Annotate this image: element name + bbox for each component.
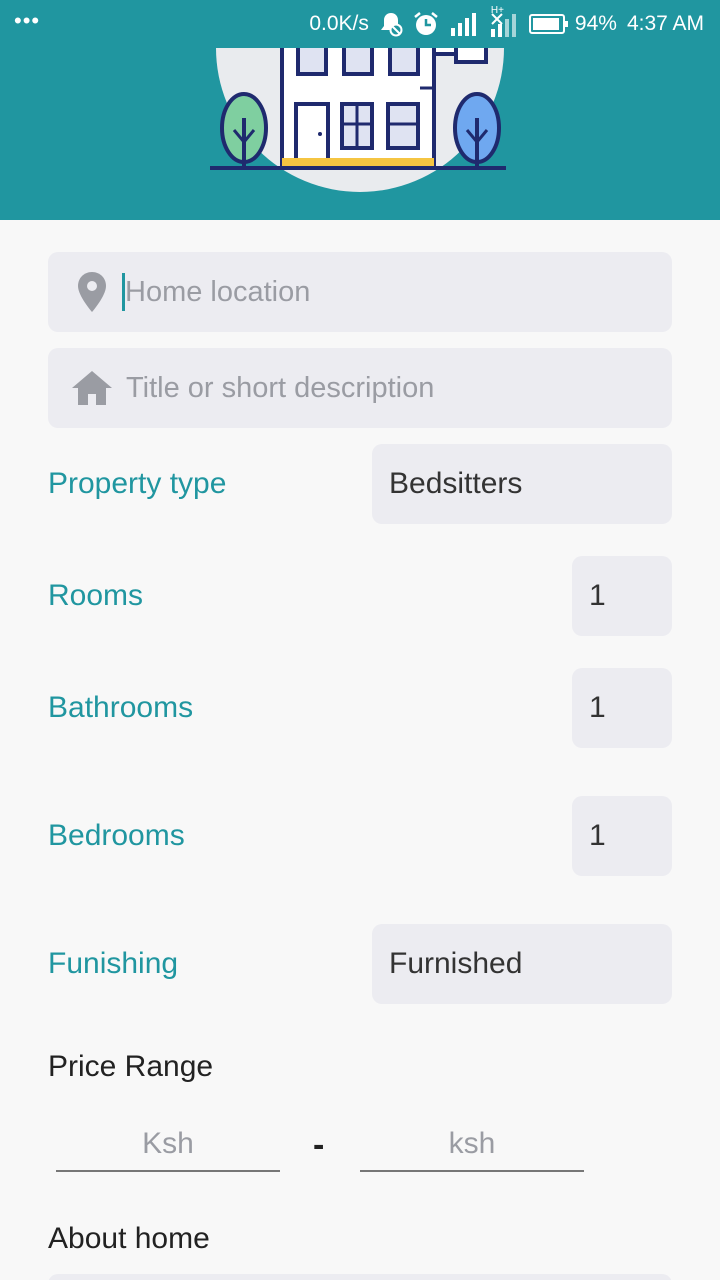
menu-dots: ••• xyxy=(14,8,41,33)
title-input[interactable]: Title or short description xyxy=(48,348,672,428)
home-icon xyxy=(72,371,112,405)
bathrooms-label: Bathrooms xyxy=(48,691,194,724)
network-type: H+ xyxy=(490,5,504,16)
signal-icon xyxy=(449,12,479,36)
home-location-input[interactable]: Home location xyxy=(48,252,672,332)
signal-icon-2: H+ xyxy=(489,5,519,37)
house-illustration xyxy=(210,48,506,192)
network-speed: 0.0K/s xyxy=(309,12,369,35)
property-type-label: Property type xyxy=(48,467,227,500)
price-max-input[interactable]: ksh xyxy=(360,1118,584,1172)
furnishing-select[interactable]: Furnished xyxy=(372,924,672,1004)
title-placeholder: Title or short description xyxy=(126,371,435,404)
notification-muted-icon xyxy=(379,11,403,37)
battery-icon xyxy=(528,14,568,34)
bedrooms-label: Bedrooms xyxy=(48,819,185,852)
bedrooms-input[interactable]: 1 xyxy=(572,796,672,876)
furnishing-label: Funishing xyxy=(48,947,179,980)
clock: 4:37 AM xyxy=(626,12,704,35)
price-range-label: Price Range xyxy=(48,1050,214,1083)
status-bar: ••• 0.0K/s H+ 94% 4:37 AM xyxy=(0,0,720,48)
home-location-placeholder: Home location xyxy=(125,275,311,308)
rooms-label: Rooms xyxy=(48,579,144,612)
battery-percent: 94% xyxy=(574,12,617,35)
about-home-input[interactable] xyxy=(48,1274,672,1280)
location-pin-icon xyxy=(72,272,112,312)
alarm-icon xyxy=(413,11,439,37)
rooms-input[interactable]: 1 xyxy=(572,556,672,636)
battery-fill xyxy=(532,18,559,30)
bathrooms-input[interactable]: 1 xyxy=(572,668,672,748)
price-separator: - xyxy=(313,1126,325,1164)
about-home-label: About home xyxy=(48,1222,210,1255)
price-min-input[interactable]: Ksh xyxy=(56,1118,280,1172)
property-type-select[interactable]: Bedsitters xyxy=(372,444,672,524)
header-banner xyxy=(0,48,720,220)
